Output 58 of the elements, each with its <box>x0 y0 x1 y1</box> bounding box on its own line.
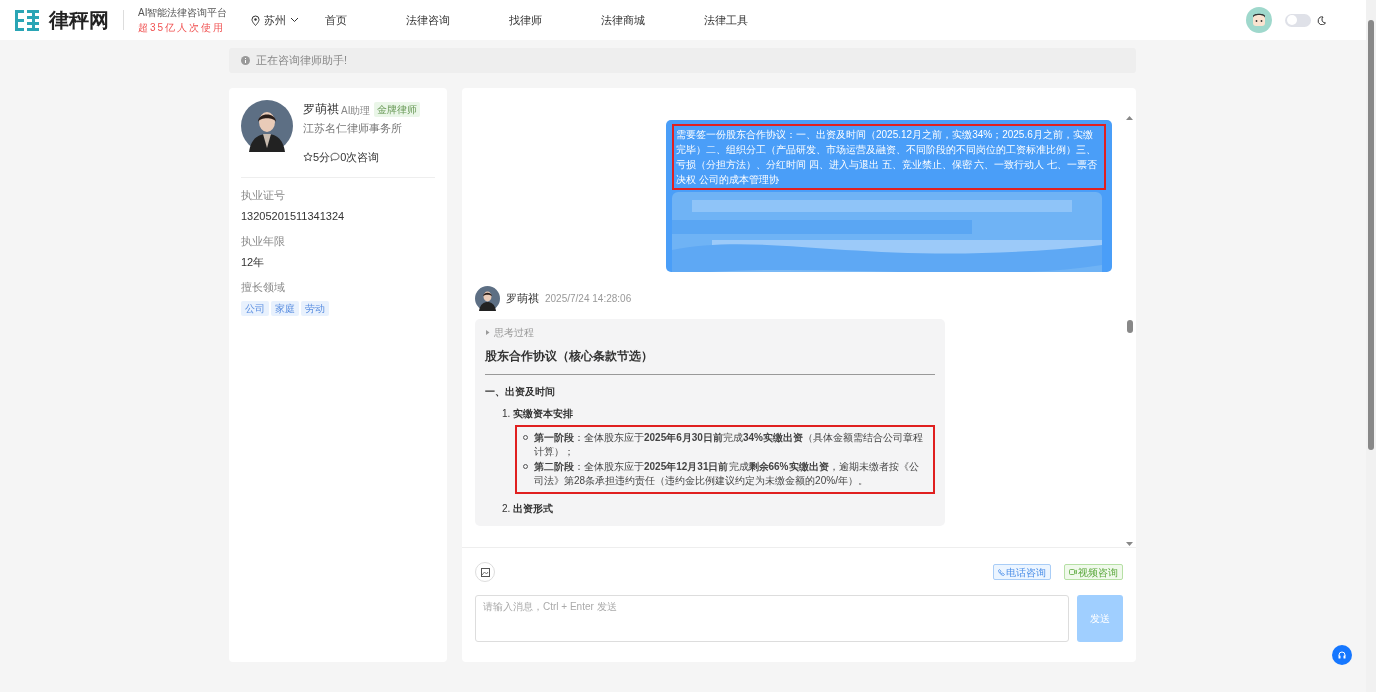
chat-icon <box>330 151 341 162</box>
chevron-down-icon <box>290 17 300 23</box>
specialty-tag: 劳动 <box>301 300 329 316</box>
field-label: 执业年限 <box>241 234 286 249</box>
tagline: 超35亿人次使用 <box>138 21 227 35</box>
theme-toggle[interactable] <box>1285 13 1311 27</box>
lawyer-avatar <box>475 286 500 311</box>
section-heading: 一、出资及时间 <box>485 385 556 399</box>
law-firm: 江苏名仁律师事务所 <box>303 121 403 136</box>
slogan: AI智能法律咨询平台 <box>138 6 228 20</box>
avatar-icon <box>1246 7 1272 33</box>
scroll-thumb[interactable] <box>1126 320 1133 333</box>
caret-icon <box>485 330 490 335</box>
message-text: 需要签一份股东合作协议：一、出资及时间（2025.12月之前，实缴34%；2025.6月之前，实缴完毕）二、组织分工（产品研发、市场运营及融资、不同阶段的不同岗位的工资标准比例）三、亏损（分担方法）、分红时间 四、进入与退出 五、竞业禁止、保密 六、一致行动人 七、一票否决权 公司的成本管理协 <box>676 128 1099 187</box>
nav-link[interactable]: 法律工具 <box>704 11 749 29</box>
scrollbar[interactable] <box>1366 0 1376 692</box>
message-time: 2025/7/24 14:28:06 <box>545 292 632 306</box>
list-item: 1. 实缴资本安排 <box>502 407 575 421</box>
sender-name: 罗萌祺 <box>506 291 539 307</box>
specialty-tag: 家庭 <box>271 300 299 316</box>
nav-link[interactable]: 找律师 <box>509 11 543 29</box>
nav-link[interactable]: 法律商城 <box>601 11 646 29</box>
list-item: 第二阶段：全体股东应于2025年12月31日前完成剩余66%实缴出资，逾期未缴者按《公司法》第28条承担违约责任（违约金比例建议约定为未缴金额的20%/年）。 <box>534 460 920 488</box>
consult-count: 0次咨询 <box>340 149 380 165</box>
message-input[interactable]: 请输入消息，Ctrl + Enter 发送 <box>475 595 1069 642</box>
location-icon <box>251 14 261 26</box>
notice-text: 正在咨询律师助手! <box>256 53 348 69</box>
moon-icon <box>1317 15 1326 25</box>
role-label: AI助理 <box>341 103 371 118</box>
field-value: 13205201511341324 <box>241 208 346 224</box>
info-icon <box>241 56 250 65</box>
chat-scrollbar[interactable] <box>1125 115 1134 547</box>
logo-icon <box>13 7 41 33</box>
lawyer-badge: 金牌律师 <box>374 101 421 117</box>
scroll-down-icon <box>1126 542 1133 547</box>
list-item: 第一阶段：全体股东应于2025年6月30日前完成34%实缴出资（具体金额需结合公司章程计算）； <box>534 431 924 459</box>
city-selector[interactable]: 苏州 <box>251 11 300 29</box>
nav-link[interactable]: 首页 <box>325 11 348 29</box>
list-item: 2. 出资形式 <box>502 502 555 516</box>
lawyer-avatar <box>241 100 293 152</box>
scroll-up-icon <box>1126 115 1133 120</box>
reply-title: 股东合作协议（核心条款节选） <box>485 347 935 375</box>
field-label: 擅长领域 <box>241 280 286 295</box>
bullet-icon <box>523 464 528 469</box>
phone-icon <box>998 568 1005 576</box>
image-icon <box>480 567 490 577</box>
logo-text[interactable]: 律秤网 <box>49 5 109 35</box>
bullet-icon <box>523 435 528 440</box>
specialty-tag: 公司 <box>241 300 269 316</box>
rating: 5分 <box>313 149 331 165</box>
nav-link[interactable]: 法律咨询 <box>406 11 451 29</box>
video-icon <box>1069 569 1077 575</box>
lawyer-name: 罗萌祺 <box>303 101 339 118</box>
headset-icon <box>1337 650 1347 660</box>
field-label: 执业证号 <box>241 188 286 203</box>
star-icon <box>303 151 313 162</box>
field-value: 12年 <box>241 254 266 270</box>
support-button[interactable] <box>1332 645 1352 665</box>
